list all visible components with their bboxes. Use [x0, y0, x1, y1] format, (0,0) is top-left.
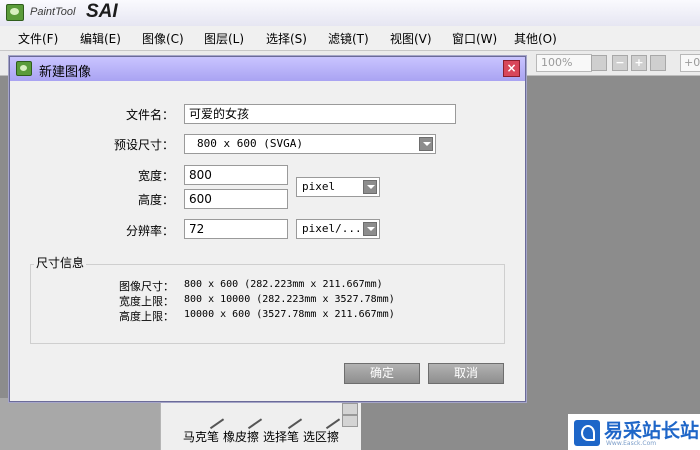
zoom-field[interactable]: 100% — [536, 54, 592, 72]
dialog-title: 新建图像 — [39, 65, 92, 80]
preset-select[interactable]: 800 x 600 (SVGA) — [184, 134, 436, 154]
palette-scroll-up[interactable] — [342, 403, 358, 415]
resolution-unit-select[interactable]: pixel/... — [296, 219, 380, 239]
height-max-value: 10000 x 600 (3527.78mm x 211.667mm) — [184, 309, 395, 320]
ok-button[interactable]: 确定 — [344, 363, 420, 384]
menu-layer[interactable]: 图层(L) — [204, 30, 244, 47]
tool-eraser[interactable]: 橡皮擦 — [223, 428, 259, 445]
watermark-subtext: Www.Easck.Com — [606, 440, 657, 447]
size-info-title: 尺寸信息 — [34, 254, 87, 271]
tool-select-eraser[interactable]: 选区擦 — [303, 428, 339, 445]
menu-image[interactable]: 图像(C) — [142, 30, 184, 47]
unit-select[interactable]: pixel — [296, 177, 380, 197]
resolution-unit-value: pixel/... — [302, 222, 362, 235]
zoom-out-button[interactable]: − — [612, 55, 628, 71]
resolution-label: 分辨率： — [125, 224, 174, 238]
preset-value: 800 x 600 (SVGA) — [197, 137, 303, 150]
menu-select[interactable]: 选择(S) — [266, 30, 307, 47]
zoom-in-button[interactable]: + — [631, 55, 647, 71]
watermark-text: 易采站长站 — [604, 420, 700, 442]
canvas-area[interactable] — [520, 76, 700, 450]
tool-palette: 马克笔 橡皮擦 选择笔 选区擦 — [160, 398, 361, 450]
close-button[interactable]: × — [503, 60, 520, 77]
select-pen-icon[interactable] — [279, 406, 303, 430]
tool-select-pen[interactable]: 选择笔 — [263, 428, 299, 445]
menu-edit[interactable]: 编辑(E) — [80, 30, 121, 47]
preset-label: 预设尺寸： — [113, 138, 174, 152]
left-panel — [0, 398, 160, 450]
dialog-app-icon — [16, 61, 32, 76]
dialog-title-bar[interactable]: 新建图像 × — [10, 57, 525, 81]
image-size-value: 800 x 600 (282.223mm x 211.667mm) — [184, 279, 383, 290]
image-size-label: 图像尺寸： — [119, 280, 174, 293]
chevron-down-icon[interactable] — [419, 137, 433, 151]
height-label: 高度： — [137, 193, 174, 207]
width-input[interactable]: 800 — [184, 165, 288, 185]
app-logo-icon — [6, 4, 24, 21]
tool-marker[interactable]: 马克笔 — [183, 428, 219, 445]
menu-other[interactable]: 其他(O) — [514, 30, 557, 47]
chevron-down-icon[interactable] — [363, 180, 377, 194]
rotation-field[interactable]: +00 — [680, 54, 700, 72]
menu-bar: 文件(F) 编辑(E) 图像(C) 图层(L) 选择(S) 滤镜(T) 视图(V… — [0, 26, 700, 51]
watermark: 易采站长站 Www.Easck.Com — [568, 414, 700, 450]
height-input[interactable]: 600 — [184, 189, 288, 209]
watermark-logo-icon — [574, 420, 600, 446]
app-name-big: SAI — [86, 1, 118, 22]
menu-window[interactable]: 窗口(W) — [452, 30, 497, 47]
width-label: 宽度： — [137, 169, 174, 183]
app-title-bar: PaintTool SAI — [0, 0, 700, 26]
unit-value: pixel — [302, 180, 336, 193]
width-max-label: 宽度上限： — [119, 295, 174, 308]
marker-icon[interactable] — [201, 406, 225, 430]
cancel-button[interactable]: 取消 — [428, 363, 504, 384]
filename-label: 文件名： — [125, 108, 174, 122]
select-eraser-icon[interactable] — [317, 406, 341, 430]
palette-scroll-down[interactable] — [342, 415, 358, 427]
zoom-reset-button[interactable] — [591, 55, 607, 71]
zoom-fit-button[interactable] — [650, 55, 666, 71]
height-max-label: 高度上限： — [119, 310, 174, 323]
resolution-input[interactable]: 72 — [184, 219, 288, 239]
filename-input[interactable]: 可爱的女孩 — [184, 104, 456, 124]
menu-view[interactable]: 视图(V) — [390, 30, 432, 47]
new-image-dialog: 新建图像 × 文件名： 可爱的女孩 预设尺寸： 800 x 600 (SVGA)… — [9, 56, 526, 402]
chevron-down-icon[interactable] — [363, 222, 377, 236]
menu-file[interactable]: 文件(F) — [18, 30, 58, 47]
app-name-small: PaintTool — [30, 6, 76, 18]
width-max-value: 800 x 10000 (282.223mm x 3527.78mm) — [184, 294, 395, 305]
eraser-icon[interactable] — [239, 406, 263, 430]
menu-filter[interactable]: 滤镜(T) — [328, 30, 369, 47]
